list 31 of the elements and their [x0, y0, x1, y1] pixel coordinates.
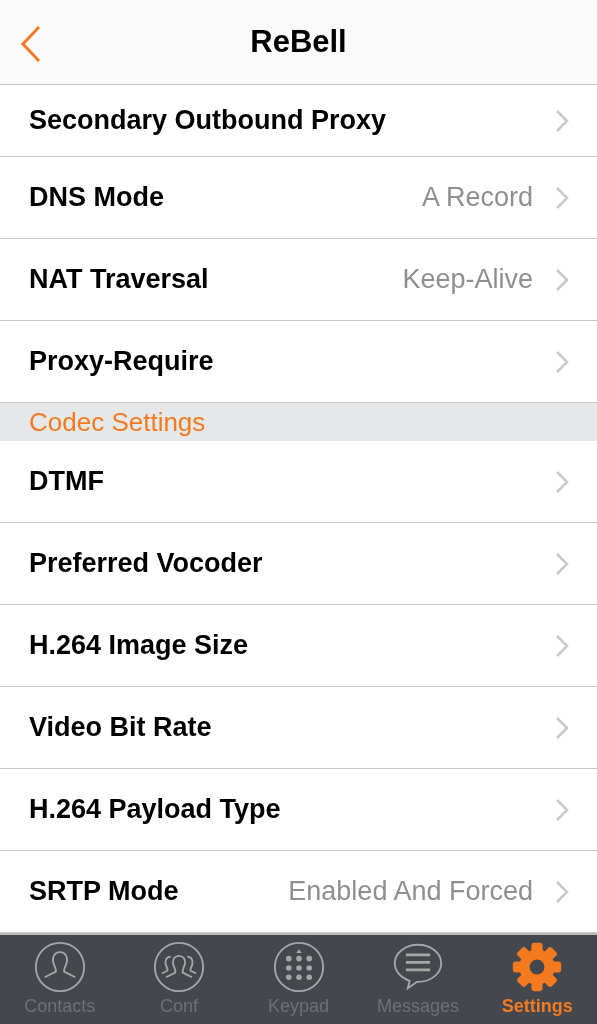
row-label: Video Bit Rate — [29, 711, 212, 745]
chevron-right-icon — [555, 185, 569, 210]
chevron-right-icon — [555, 349, 569, 374]
chevron-right-icon — [555, 715, 569, 740]
row-label: SRTP Mode — [29, 875, 179, 909]
row-value: Keep-Alive — [402, 263, 533, 297]
row-label: Secondary Outbound Proxy — [29, 104, 387, 138]
row-label: Preferred Vocoder — [29, 547, 263, 581]
window-title: ReBell — [250, 22, 347, 61]
chevron-right-icon — [555, 267, 569, 292]
row-label: Proxy-Require — [29, 345, 214, 379]
keypad-icon — [272, 941, 325, 993]
chevron-right-icon — [555, 797, 569, 822]
speech-bubble-icon — [391, 941, 444, 993]
chevron-right-icon — [555, 879, 569, 904]
gear-icon — [511, 941, 564, 993]
row-label: NAT Traversal — [29, 263, 209, 297]
row-label: DTMF — [29, 465, 104, 499]
chevron-right-icon — [555, 551, 569, 576]
row-value: Enabled And Forced — [288, 875, 533, 909]
chevron-right-icon — [555, 469, 569, 494]
row-label: DNS Mode — [29, 181, 164, 215]
person-icon — [33, 941, 86, 993]
group-icon — [153, 941, 206, 993]
back-chevron-icon — [20, 25, 42, 63]
chevron-right-icon — [555, 108, 569, 133]
chevron-right-icon — [555, 633, 569, 658]
section-header: Codec Settings — [0, 403, 597, 441]
row-value: A Record — [421, 181, 533, 215]
row-label: H.264 Image Size — [29, 629, 249, 663]
row-label: H.264 Payload Type — [29, 793, 281, 827]
